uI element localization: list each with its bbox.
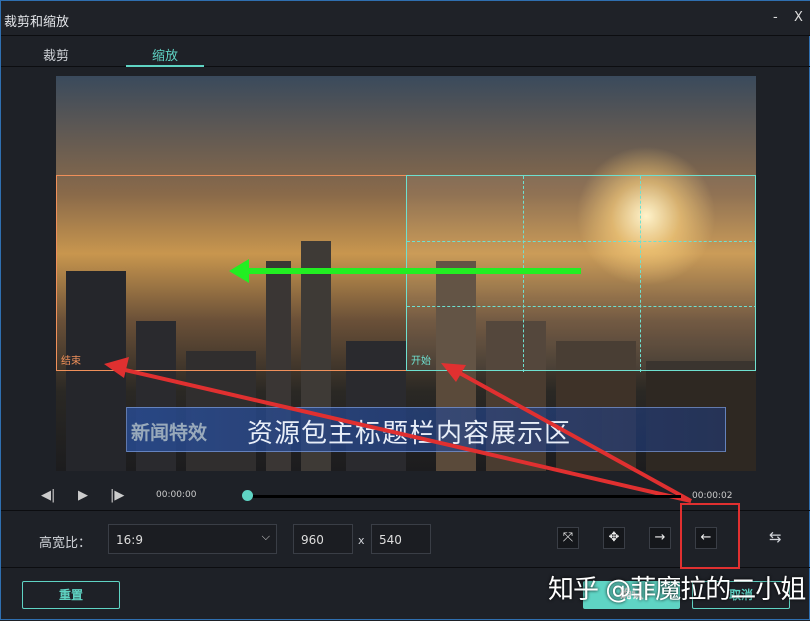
aspect-ratio-select[interactable]: 16:9 ⌵ bbox=[108, 524, 277, 554]
tab-zoom[interactable]: 缩放 bbox=[125, 45, 205, 64]
banner-title: 资源包主标题栏内容展示区 bbox=[247, 419, 572, 449]
window-title: 裁剪和缩放 bbox=[4, 15, 70, 30]
next-frame-button[interactable]: |▶ bbox=[110, 488, 124, 503]
width-input[interactable]: 960 bbox=[293, 524, 353, 554]
timeline-track[interactable] bbox=[248, 495, 681, 498]
start-frame-box[interactable]: 开始 bbox=[406, 175, 756, 372]
current-time: 00:00:00 bbox=[156, 490, 197, 500]
prev-frame-button[interactable]: ◀| bbox=[41, 488, 55, 503]
watermark: 知乎 @菲魔拉的二小姐 bbox=[548, 575, 806, 605]
height-input[interactable]: 540 bbox=[371, 524, 431, 554]
fit-icon[interactable]: ⤧ bbox=[557, 527, 579, 549]
tab-bar: 裁剪 缩放 bbox=[1, 37, 810, 67]
aspect-ratio-label: 高宽比： bbox=[39, 536, 92, 551]
move-icon[interactable]: ✥ bbox=[603, 527, 625, 549]
active-tab-indicator bbox=[126, 65, 204, 67]
tab-crop[interactable]: 裁剪 bbox=[16, 45, 96, 64]
video-preview: 结束 开始 新闻特效 资源包主标题栏内容展示区 bbox=[56, 76, 756, 471]
minimize-button[interactable]: - bbox=[773, 10, 778, 25]
play-button[interactable]: ▶ bbox=[78, 488, 88, 503]
banner-subtitle: 新闻特效 bbox=[131, 422, 208, 444]
aspect-ratio-value: 16:9 bbox=[116, 533, 143, 547]
end-label: 结束 bbox=[61, 356, 81, 367]
annotation-highlight-box bbox=[680, 503, 740, 569]
swap-icon[interactable]: ⇆ bbox=[769, 528, 782, 546]
title-bar: 裁剪和缩放 - X bbox=[1, 1, 810, 36]
timeline-knob[interactable] bbox=[242, 490, 253, 501]
reset-button[interactable]: 重置 bbox=[22, 581, 120, 609]
chevron-down-icon: ⌵ bbox=[261, 530, 270, 543]
title-banner: 新闻特效 资源包主标题栏内容展示区 bbox=[126, 407, 726, 452]
start-label: 开始 bbox=[411, 356, 431, 367]
dimension-separator: x bbox=[358, 534, 365, 547]
close-button[interactable]: X bbox=[794, 10, 803, 25]
end-time: 00:00:02 bbox=[692, 491, 733, 501]
end-frame-box[interactable]: 结束 bbox=[56, 175, 407, 371]
arrow-right-icon[interactable]: → bbox=[649, 527, 671, 549]
